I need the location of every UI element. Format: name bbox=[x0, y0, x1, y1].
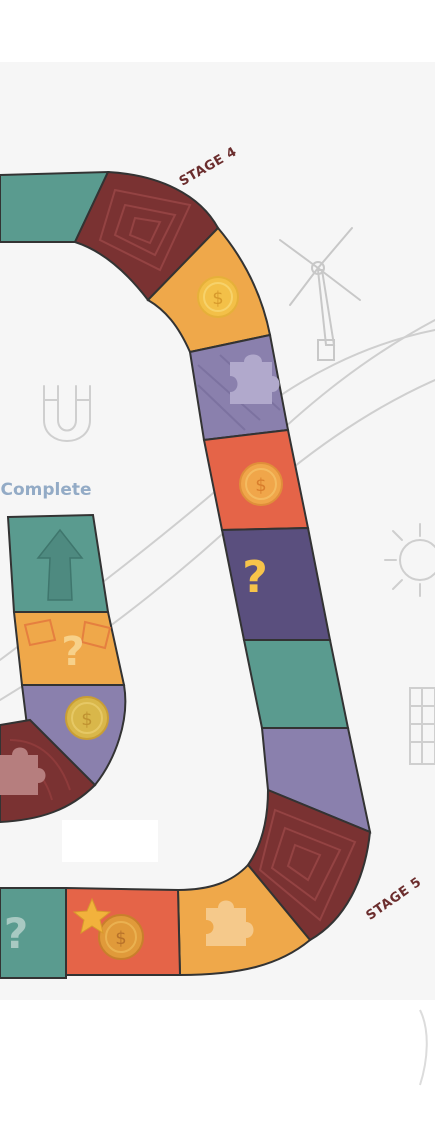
coin-icon: $ bbox=[239, 462, 283, 506]
svg-text:$: $ bbox=[255, 475, 266, 496]
svg-text:$: $ bbox=[81, 709, 92, 730]
question-mark-icon: ? bbox=[242, 552, 268, 603]
background-sketch-corner bbox=[419, 1009, 428, 1086]
coin-icon: $ bbox=[98, 914, 144, 960]
tile-teal-right[interactable] bbox=[242, 639, 350, 729]
coin-icon: $ bbox=[197, 276, 239, 318]
svg-text:$: $ bbox=[212, 288, 223, 309]
blank-card bbox=[62, 820, 158, 862]
coin-icon: $ bbox=[65, 696, 109, 740]
question-mark-icon: ? bbox=[4, 909, 28, 958]
svg-text:$: $ bbox=[115, 928, 126, 949]
complete-label: Complete bbox=[0, 480, 91, 500]
game-board: ? $ Complete $ $ ? $ ? STAGE 4 STAGE 5 bbox=[0, 62, 435, 1086]
question-mark-icon: ? bbox=[61, 629, 84, 675]
